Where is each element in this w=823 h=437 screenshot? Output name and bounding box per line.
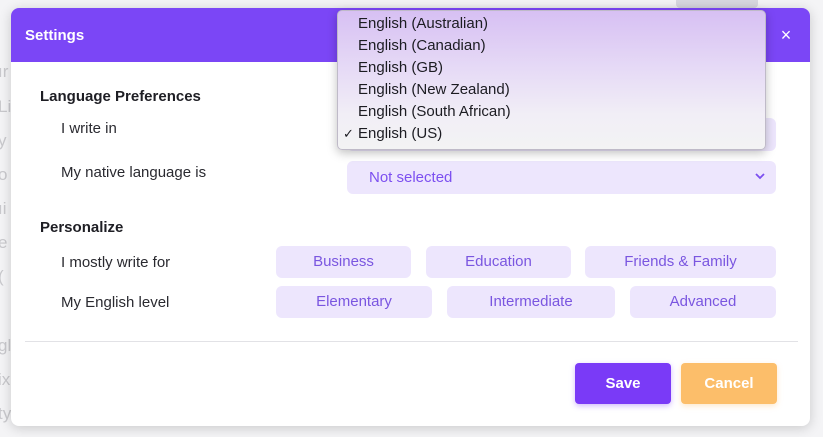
bg-fragment: gl (0, 336, 12, 355)
close-button[interactable]: × (776, 25, 796, 45)
dropdown-option-english-canadian[interactable]: English (Canadian) (338, 35, 765, 57)
option-label: English (GB) (358, 59, 444, 76)
save-button[interactable]: Save (575, 363, 671, 404)
write-for-education-option[interactable]: Education (426, 246, 571, 278)
option-label: English (South African) (358, 103, 511, 120)
bg-fragment: ır (0, 62, 9, 81)
option-label: English (New Zealand) (358, 81, 510, 98)
bg-fragment: ix (0, 370, 11, 389)
write-in-dropdown-list: English (Australian) English (Canadian) … (337, 10, 766, 150)
footer-divider (25, 341, 798, 342)
dropdown-option-english-gb[interactable]: English (GB) (338, 57, 765, 79)
dropdown-option-english-us[interactable]: ✓ English (US) (338, 123, 765, 145)
bg-fragment: y (0, 131, 7, 150)
write-for-friends-family-option[interactable]: Friends & Family (585, 246, 776, 278)
option-label: English (Canadian) (358, 37, 486, 54)
bg-fragment: ty (0, 404, 12, 423)
write-for-business-option[interactable]: Business (276, 246, 411, 278)
bg-fragment: ( (0, 267, 4, 287)
level-intermediate-option[interactable]: Intermediate (447, 286, 615, 318)
chevron-down-icon (755, 173, 765, 180)
personalize-heading: Personalize (40, 219, 124, 236)
level-advanced-option[interactable]: Advanced (630, 286, 776, 318)
dropdown-option-english-south-african[interactable]: English (South African) (338, 101, 765, 123)
language-preferences-heading: Language Preferences (40, 88, 201, 105)
modal-title: Settings (25, 27, 85, 44)
native-language-label: My native language is (61, 164, 207, 181)
bg-fragment: e (0, 233, 8, 252)
english-level-label: My English level (61, 294, 170, 311)
level-elementary-option[interactable]: Elementary (276, 286, 432, 318)
close-icon: × (780, 25, 792, 45)
option-label: English (Australian) (358, 15, 489, 32)
dropdown-option-english-australian[interactable]: English (Australian) (338, 13, 765, 35)
native-language-select[interactable]: Not selected (347, 161, 776, 194)
cancel-button[interactable]: Cancel (681, 363, 777, 404)
native-language-value: Not selected (369, 169, 453, 186)
bg-fragment: Li (0, 97, 12, 116)
bg-fragment: ıi (0, 199, 7, 218)
checkmark-icon: ✓ (343, 126, 354, 141)
option-label: English (US) (358, 125, 443, 142)
bg-fragment: o (0, 165, 8, 184)
write-in-label: I write in (61, 120, 117, 137)
dropdown-option-english-new-zealand[interactable]: English (New Zealand) (338, 79, 765, 101)
write-for-label: I mostly write for (61, 254, 171, 271)
background-toolbar-edge (676, 0, 758, 8)
